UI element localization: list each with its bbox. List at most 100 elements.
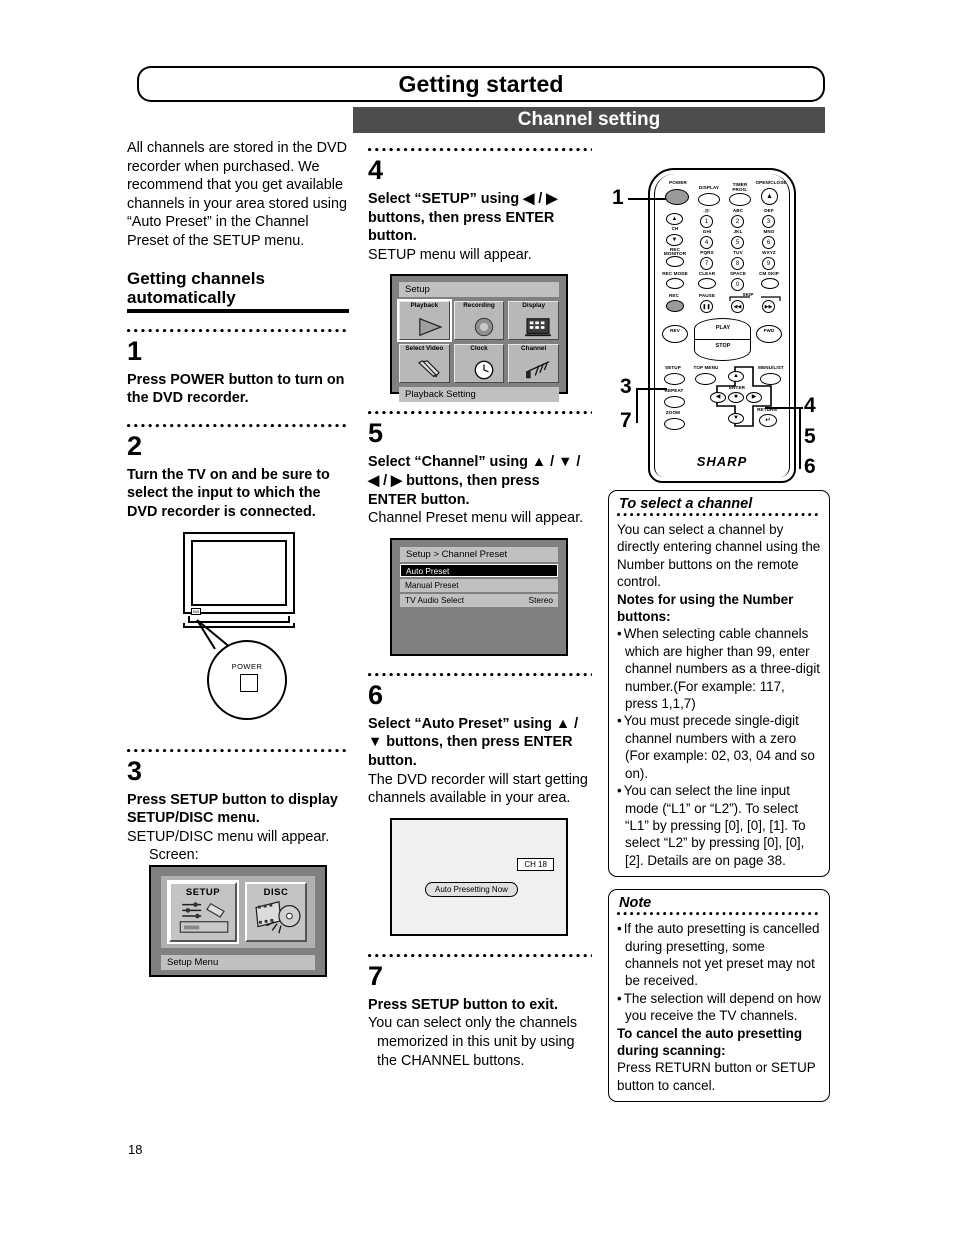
callout-leader-7-vertical bbox=[636, 388, 638, 423]
banner-right-cap bbox=[807, 66, 825, 102]
power-button-callout: POWER bbox=[207, 639, 287, 720]
osd-tile-playback[interactable]: Playback bbox=[397, 299, 452, 343]
step-divider-dots bbox=[368, 672, 592, 681]
step-4-number: 4 bbox=[368, 155, 384, 185]
osd-tile-display-label: Display bbox=[522, 302, 546, 310]
page-header-banner: Getting started bbox=[137, 66, 825, 102]
step-divider-dots bbox=[368, 148, 592, 156]
osd-row-tv-audio-select[interactable]: TV Audio Select Stereo bbox=[400, 593, 558, 607]
remote-key-8[interactable]: 8 bbox=[731, 257, 744, 270]
remote-left-button[interactable]: ◀ bbox=[710, 392, 726, 403]
remote-repeat-button[interactable] bbox=[664, 396, 685, 408]
remote-rec-button[interactable] bbox=[666, 300, 684, 312]
select-channel-bullets: When selecting cable channels which are … bbox=[617, 625, 821, 869]
step-2: 2 Turn the TV on and be sure to select t… bbox=[127, 423, 349, 522]
remote-zoom-button[interactable] bbox=[664, 418, 685, 430]
remote-display-button[interactable] bbox=[698, 193, 720, 206]
note-box-bullet: If the auto presetting is cancelled duri… bbox=[617, 920, 821, 990]
step-divider-dots bbox=[127, 748, 349, 757]
remote-key-6[interactable]: 6 bbox=[762, 236, 775, 249]
remote-space-label: SPACE bbox=[730, 271, 746, 276]
osd-tile-select-video[interactable]: Select Video bbox=[399, 344, 450, 384]
remote-cm-skip-button[interactable] bbox=[761, 278, 779, 289]
step-1-number: 1 bbox=[127, 335, 143, 366]
remote-key-7-letters: PQRS bbox=[700, 250, 714, 255]
remote-enter-button[interactable]: ● bbox=[728, 392, 744, 403]
callout-number-1: 1 bbox=[612, 186, 624, 209]
remote-power-label: POWER bbox=[669, 180, 687, 185]
step-5: 5 Select “Channel” using ▲ / ▼ / ◀ / ▶ b… bbox=[368, 411, 592, 527]
remote-clear-button[interactable] bbox=[698, 278, 716, 289]
osd-tile-display[interactable]: Display bbox=[508, 301, 559, 341]
step-5-plain-text: Channel Preset menu will appear. bbox=[368, 510, 584, 527]
remote-key-5[interactable]: 5 bbox=[731, 236, 744, 249]
play-triangle-icon bbox=[419, 318, 443, 337]
remote-channel-down-button[interactable]: ▼ bbox=[666, 234, 683, 246]
remote-key-1-letters: .@: bbox=[703, 208, 711, 213]
pencils-icon bbox=[417, 360, 440, 378]
column-middle: 4 Select “SETUP” using ◀ / ▶ buttons, th… bbox=[368, 148, 592, 1070]
remote-key-7[interactable]: 7 bbox=[700, 257, 713, 270]
remote-key-1[interactable]: 1 bbox=[700, 215, 713, 228]
osd-tile-clock[interactable]: Clock bbox=[453, 344, 505, 384]
step-4: 4 Select “SETUP” using ◀ / ▶ buttons, th… bbox=[368, 148, 592, 264]
remote-key-2[interactable]: 2 bbox=[731, 215, 744, 228]
remote-open-close-label: OPEN/CLOSE bbox=[755, 180, 787, 185]
osd-tile-disc[interactable]: DISC bbox=[245, 881, 307, 942]
tv-illustration: SW POWER bbox=[127, 531, 349, 747]
step-6-number: 6 bbox=[368, 679, 384, 710]
osd-setup-menu-tiles: Playback Recording Display Select Video … bbox=[397, 299, 559, 384]
step-7-number: 7 bbox=[368, 960, 384, 991]
osd-tile-playback-label: Playback bbox=[410, 302, 439, 310]
remote-rec-monitor-button[interactable] bbox=[666, 256, 684, 267]
osd-setup-menu-statusbar: Playback Setting bbox=[399, 387, 559, 403]
remote-cm-skip-label: CM SKIP bbox=[759, 271, 779, 276]
remote-right-button[interactable]: ▶ bbox=[746, 392, 762, 403]
remote-pause-button[interactable]: ❚❚ bbox=[700, 300, 713, 313]
remote-enter-label: ENTER bbox=[728, 385, 746, 390]
step-4-plain-text: SETUP menu will appear. bbox=[368, 246, 532, 263]
remote-key-9[interactable]: 9 bbox=[762, 257, 775, 270]
note-box-cancel-text: Press RETURN button or SETUP button to c… bbox=[617, 1060, 816, 1093]
osd-auto-presetting-screen: CH 18 Auto Presetting Now bbox=[390, 817, 568, 936]
skip-bracket-icon bbox=[729, 296, 781, 301]
remote-rec-mode-button[interactable] bbox=[666, 278, 684, 289]
note-box-bullets: If the auto presetting is cancelled duri… bbox=[617, 920, 821, 1024]
remote-open-close-button[interactable]: ▲ bbox=[761, 188, 778, 205]
remote-key-0[interactable]: 0 bbox=[731, 278, 744, 291]
remote-stop-label: STOP bbox=[715, 343, 731, 349]
remote-power-button[interactable] bbox=[665, 189, 689, 205]
remote-key-2-letters: ABC bbox=[732, 208, 744, 213]
remote-channel-up-button[interactable]: ▲ bbox=[666, 213, 683, 225]
osd-setup-menu-screen: Setup Playback Recording Display Select … bbox=[390, 274, 568, 403]
remote-key-4[interactable]: 4 bbox=[700, 236, 713, 249]
osd-tile-setup[interactable]: SETUP bbox=[167, 879, 239, 944]
power-button-icon bbox=[240, 673, 258, 692]
step-6-plain-text: The DVD recorder will start getting chan… bbox=[368, 771, 588, 807]
callout-number-6: 6 bbox=[804, 455, 816, 478]
osd-row-manual-preset[interactable]: Manual Preset bbox=[400, 578, 558, 592]
select-channel-bullet: You must precede single-digit channel nu… bbox=[617, 712, 821, 782]
osd-auto-presetting-status: Auto Presetting Now bbox=[425, 881, 518, 897]
note-box-cancel-heading: To cancel the auto presetting during sca… bbox=[617, 1025, 803, 1058]
step-1: 1 Press POWER button to turn on the DVD … bbox=[127, 328, 349, 408]
banner-bar: Getting started bbox=[153, 66, 809, 102]
remote-key-6-letters: MNO bbox=[763, 229, 775, 234]
osd-setup-menu-titlebar: Setup bbox=[399, 282, 559, 298]
step-7: 7 Press SETUP button to exit. You can se… bbox=[368, 953, 592, 1070]
remote-key-3[interactable]: 3 bbox=[762, 215, 775, 228]
remote-down-button[interactable]: ▼ bbox=[728, 413, 744, 424]
setup-equalizer-icon bbox=[179, 902, 229, 933]
osd-row-auto-preset[interactable]: Auto Preset bbox=[400, 563, 558, 577]
osd-tile-channel[interactable]: Channel bbox=[508, 344, 559, 384]
section-title: Channel setting bbox=[517, 109, 661, 130]
note-box-dots bbox=[617, 912, 821, 920]
remote-top-menu-button[interactable] bbox=[695, 373, 716, 385]
remote-setup-button[interactable] bbox=[664, 373, 685, 385]
remote-return-button[interactable]: ↵ bbox=[759, 414, 777, 427]
step-5-number: 5 bbox=[368, 418, 384, 449]
remote-up-button[interactable]: ▲ bbox=[728, 371, 744, 382]
remote-rec-label: REC bbox=[669, 293, 679, 298]
osd-tile-recording[interactable]: Recording bbox=[453, 301, 505, 341]
remote-timer-prog-button[interactable] bbox=[729, 193, 751, 206]
